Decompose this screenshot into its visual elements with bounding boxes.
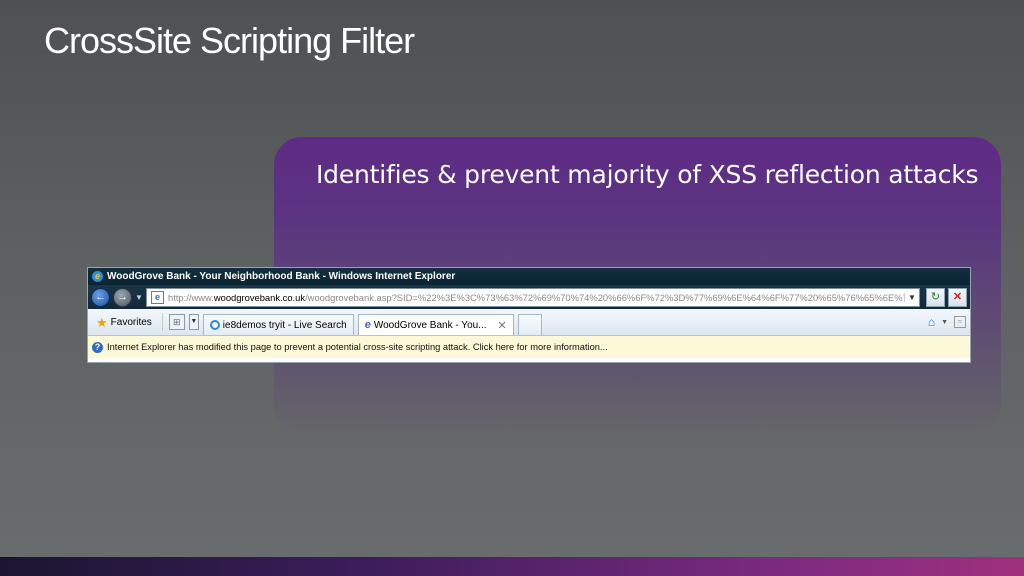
address-bar[interactable]: e http://www.woodgrovebank.co.uk/woodgro… [146, 287, 920, 307]
feeds-icon[interactable]: ≈ [954, 316, 966, 328]
url-path: /woodgrovebank.asp?SID=%22%3E%3C%73%63%7… [305, 291, 904, 303]
tab-bar: ★ Favorites ⊞ ▼ ie8demos tryit - Live Se… [88, 309, 970, 336]
history-dropdown-icon[interactable]: ▼ [135, 293, 143, 302]
ie-logo-icon: e [92, 271, 103, 282]
tab-woodgrove[interactable]: e WoodGrove Bank - You... ✕ [357, 314, 514, 335]
navigation-bar: ← → ▼ e http://www.woodgrovebank.co.uk/w… [88, 285, 970, 309]
tab-list-dropdown-icon[interactable]: ▼ [188, 314, 199, 330]
url-prefix: http://www. [168, 291, 214, 303]
back-button[interactable]: ← [91, 287, 110, 307]
command-bar: ⌂ ▼ ≈ [928, 315, 970, 329]
page-icon: e [151, 290, 164, 304]
url-domain: woodgrovebank.co.uk [213, 291, 306, 303]
ie-page-icon: e [364, 319, 371, 331]
address-dropdown-icon[interactable]: ▼ [904, 292, 919, 302]
tab-label: ie8demos tryit - Live Search [222, 319, 347, 331]
window-title: WoodGrove Bank - Your Neighborhood Bank … [107, 271, 456, 282]
info-shield-icon: ? [92, 341, 103, 353]
star-icon: ★ [96, 314, 108, 330]
address-url[interactable]: http://www.woodgrovebank.co.uk/woodgrove… [168, 292, 904, 303]
stop-button[interactable]: ✕ [948, 287, 967, 307]
bottom-accent-bar [0, 557, 1024, 576]
forward-button[interactable]: → [113, 287, 132, 307]
home-dropdown-icon[interactable]: ▼ [941, 319, 948, 326]
information-bar[interactable]: ? Internet Explorer has modified this pa… [88, 336, 970, 358]
slide-title: CrossSite Scripting Filter [44, 20, 415, 61]
panel-text: Identifies & prevent majority of XSS ref… [316, 160, 979, 189]
tab-label: WoodGrove Bank - You... [373, 319, 487, 331]
quick-tabs-icon[interactable]: ⊞ [168, 314, 185, 330]
new-tab-button[interactable] [517, 314, 542, 335]
ie-title-bar: e WoodGrove Bank - Your Neighborhood Ban… [88, 268, 970, 285]
favorites-button[interactable]: ★ Favorites [92, 313, 156, 331]
close-tab-icon[interactable]: ✕ [498, 319, 507, 332]
home-icon[interactable]: ⌂ [928, 315, 935, 329]
tab-live-search[interactable]: ie8demos tryit - Live Search [202, 314, 354, 335]
separator [161, 313, 163, 331]
live-search-icon [209, 320, 220, 330]
refresh-button[interactable]: ↻ [926, 287, 945, 307]
ie-browser-window: e WoodGrove Bank - Your Neighborhood Ban… [87, 267, 971, 363]
info-bar-text: Internet Explorer has modified this page… [107, 342, 608, 352]
favorites-label: Favorites [110, 316, 152, 328]
